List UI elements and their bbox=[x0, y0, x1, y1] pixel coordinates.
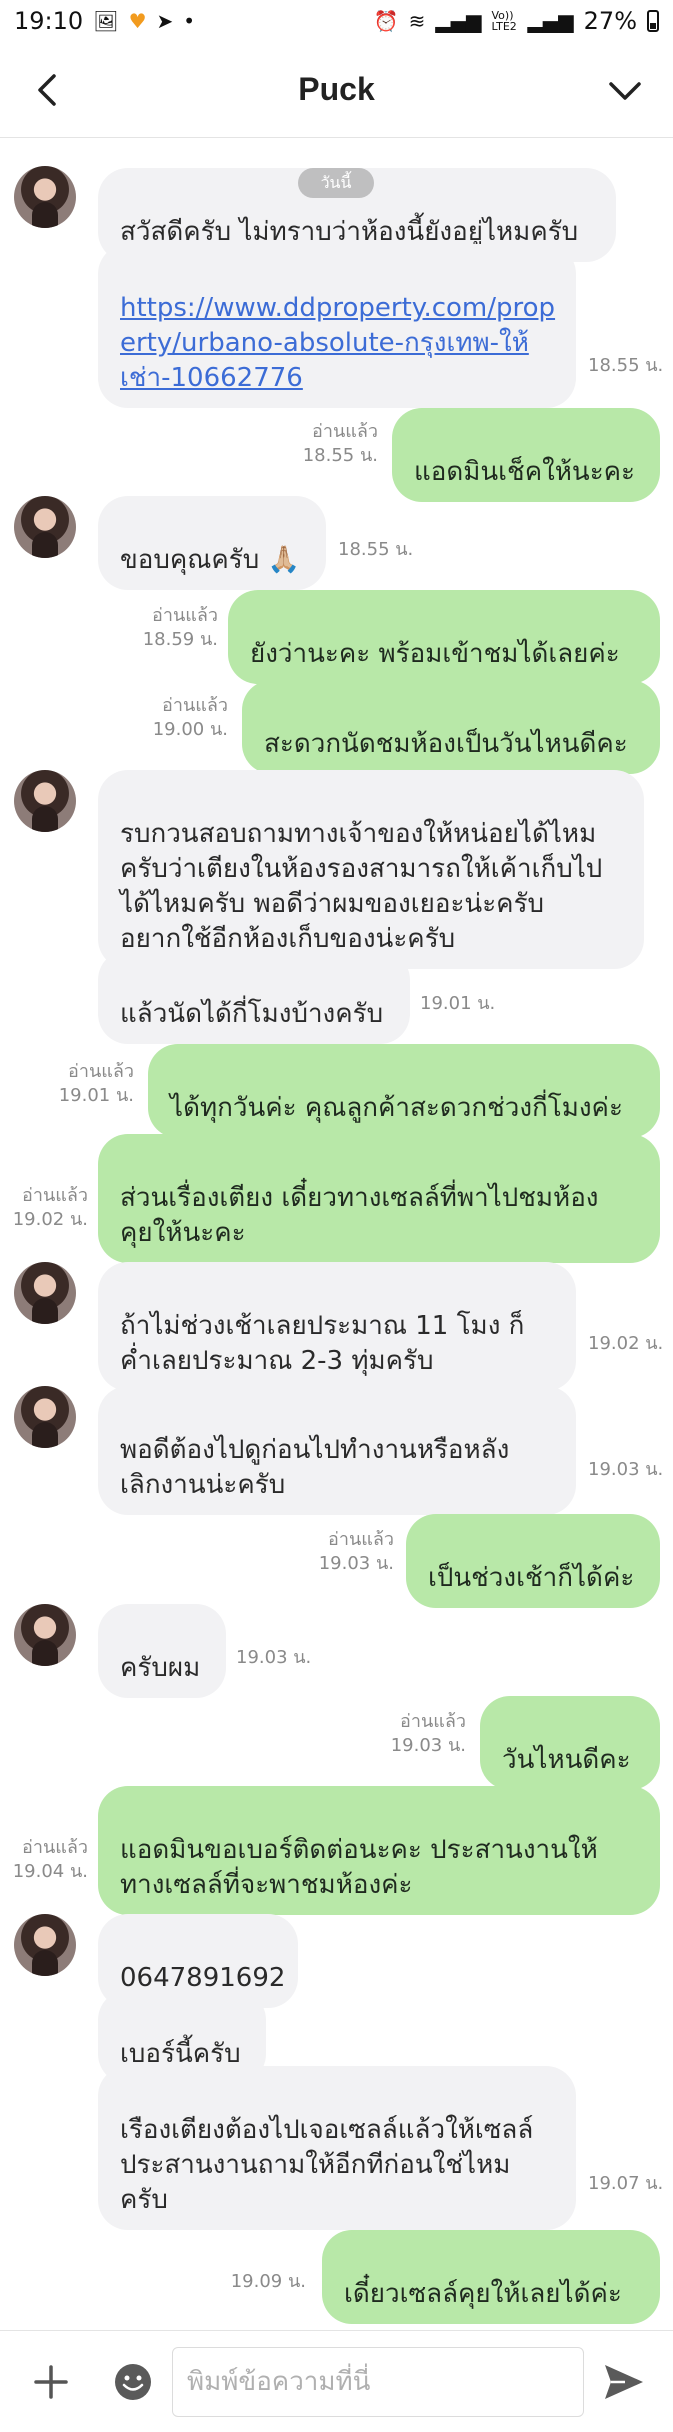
message-time: 18.55 น. bbox=[302, 445, 378, 466]
message-bubble-outgoing[interactable]: เป็นช่วงเช้าก็ได้ค่ะ bbox=[406, 1514, 660, 1608]
send-notification-icon: ➤ bbox=[156, 9, 174, 33]
message-text: ได้ทุกวันค่ะ คุณลูกค้าสะดวกช่วงกี่โมงค่ะ bbox=[170, 1093, 623, 1123]
message-text: วันไหนดีคะ bbox=[502, 1745, 631, 1775]
message-bubble-outgoing[interactable]: สะดวกนัดชมห้องเป็นวันไหนดีคะ bbox=[242, 680, 660, 774]
chevron-down-icon[interactable] bbox=[605, 70, 645, 110]
battery-icon bbox=[647, 10, 659, 32]
wifi-icon: ≋ bbox=[408, 9, 426, 33]
message-time: 19.02 น. bbox=[12, 1209, 88, 1230]
send-icon[interactable] bbox=[601, 2359, 647, 2405]
message-bubble-incoming[interactable]: https://www.ddproperty.com/prop erty/urb… bbox=[98, 244, 576, 408]
message-time: 19.03 น. bbox=[390, 1735, 466, 1756]
message-time: 18.55 น. bbox=[338, 539, 414, 560]
message-input-bar: พิมพ์ข้อความที่นี่ bbox=[0, 2330, 673, 2432]
message-time: 19.09 น. bbox=[230, 2271, 306, 2292]
message-time: 19.02 น. bbox=[588, 1333, 664, 1354]
contact-avatar[interactable] bbox=[14, 1914, 76, 1976]
message-time: 19.03 น. bbox=[236, 1647, 312, 1668]
message-bubble-incoming[interactable]: พอดีต้องไปดูก่อนไปทำงานหรือหลัง เลิกงานน… bbox=[98, 1386, 576, 1515]
heart-icon: ♥ bbox=[128, 9, 147, 33]
more-notifications-icon: • bbox=[183, 9, 196, 33]
chat-area[interactable]: สวัสดีครับ ไม่ทราบว่าห้องนี้ยังอยู่ไหมคร… bbox=[0, 138, 673, 2330]
message-text: เรืองเตียงต้องไปเจอเซลล์แล้วให้เซลล์ ประ… bbox=[120, 2115, 534, 2215]
message-bubble-incoming[interactable]: รบกวนสอบถามทางเจ้าของให้หน่อยได้ไหม ครับ… bbox=[98, 770, 644, 969]
contact-avatar[interactable] bbox=[14, 770, 76, 832]
alarm-icon: ⏰ bbox=[373, 9, 399, 33]
battery-percent: 27% bbox=[583, 7, 637, 35]
read-receipt: อ่านแล้ว bbox=[68, 1061, 134, 1082]
message-time: 19.04 น. bbox=[12, 1861, 88, 1882]
contact-avatar[interactable] bbox=[14, 496, 76, 558]
emoji-icon[interactable] bbox=[112, 2361, 154, 2403]
chat-header: Puck bbox=[0, 42, 673, 138]
message-bubble-outgoing[interactable]: แอดมินขอเบอร์ติดต่อนะคะ ประสานงานให้ ทาง… bbox=[98, 1786, 660, 1915]
message-bubble-incoming[interactable]: ถ้าไม่ช่วงเช้าเลยประมาณ 11 โมง ก็ ค่ำเลย… bbox=[98, 1262, 576, 1391]
message-text: เดี๋ยวเซลล์คุยให้เลยได้ค่ะ bbox=[344, 2279, 622, 2309]
read-receipt: อ่านแล้ว bbox=[328, 1529, 394, 1550]
message-time: 19.03 น. bbox=[318, 1553, 394, 1574]
message-text: แอดมินเช็คให้นะคะ bbox=[414, 457, 636, 487]
status-time: 19:10 bbox=[14, 7, 84, 35]
message-text: ขอบคุณครับ 🙏🏼 bbox=[120, 545, 300, 575]
message-text: รบกวนสอบถามทางเจ้าของให้หน่อยได้ไหม ครับ… bbox=[120, 819, 603, 954]
read-receipt: อ่านแล้ว bbox=[22, 1185, 88, 1206]
read-receipt: อ่านแล้ว bbox=[22, 1837, 88, 1858]
message-bubble-outgoing[interactable]: แอดมินเช็คให้นะคะ bbox=[392, 408, 660, 502]
message-text: เบอร์นี้ครับ bbox=[120, 2039, 241, 2069]
read-receipt: อ่านแล้ว bbox=[152, 605, 218, 626]
read-receipt: อ่านแล้ว bbox=[400, 1711, 466, 1732]
plus-icon[interactable] bbox=[30, 2361, 72, 2403]
message-bubble-incoming[interactable]: ขอบคุณครับ 🙏🏼 bbox=[98, 496, 326, 590]
message-text: แล้วนัดได้กี่โมงบ้างครับ bbox=[120, 999, 384, 1029]
message-time: 19.01 น. bbox=[420, 993, 496, 1014]
message-time: 19.01 น. bbox=[58, 1085, 134, 1106]
contact-avatar[interactable] bbox=[14, 166, 76, 228]
status-bar: 19:10 🖼 ♥ ➤ • ⏰ ≋ ▂▄▆ Vo)) LTE2 ▂▄▆ 27% bbox=[0, 0, 673, 42]
message-bubble-outgoing[interactable]: ส่วนเรื่องเตียง เดี๋ยวทางเซลล์ที่พาไปชมห… bbox=[98, 1134, 660, 1263]
contact-avatar[interactable] bbox=[14, 1262, 76, 1324]
message-text: ยังว่านะคะ พร้อมเข้าชมได้เลยค่ะ bbox=[250, 639, 620, 669]
gallery-icon: 🖼 bbox=[93, 9, 119, 33]
message-text: แอดมินขอเบอร์ติดต่อนะคะ ประสานงานให้ ทาง… bbox=[120, 1835, 598, 1900]
message-text: เป็นช่วงเช้าก็ได้ค่ะ bbox=[428, 1563, 635, 1593]
message-time: 18.59 น. bbox=[142, 629, 218, 650]
status-right: ⏰ ≋ ▂▄▆ Vo)) LTE2 ▂▄▆ 27% bbox=[374, 7, 659, 35]
signal-icon-2: ▂▄▆ bbox=[527, 9, 574, 33]
message-text: 0647891692 bbox=[120, 1963, 286, 1993]
status-left: 19:10 🖼 ♥ ➤ • bbox=[14, 7, 195, 35]
message-bubble-outgoing[interactable]: เดี๋ยวเซลล์คุยให้เลยได้ค่ะ bbox=[322, 2230, 660, 2324]
message-time: 19.03 น. bbox=[588, 1459, 664, 1480]
back-arrow-icon[interactable] bbox=[28, 70, 68, 110]
message-bubble-outgoing[interactable]: ได้ทุกวันค่ะ คุณลูกค้าสะดวกช่วงกี่โมงค่ะ bbox=[148, 1044, 660, 1138]
message-bubble-outgoing[interactable]: วันไหนดีคะ bbox=[480, 1696, 660, 1790]
signal-icon: ▂▄▆ bbox=[435, 9, 482, 33]
message-bubble-incoming[interactable]: แล้วนัดได้กี่โมงบ้างครับ bbox=[98, 950, 410, 1044]
read-receipt: อ่านแล้ว bbox=[162, 695, 228, 716]
message-time: 19.07 น. bbox=[588, 2173, 664, 2194]
chat-title: Puck bbox=[298, 71, 375, 107]
message-text: ถ้าไม่ช่วงเช้าเลยประมาณ 11 โมง ก็ ค่ำเลย… bbox=[120, 1311, 525, 1376]
message-input-placeholder: พิมพ์ข้อความที่นี่ bbox=[187, 2367, 371, 2397]
message-text: ครับผม bbox=[120, 1653, 201, 1683]
message-input[interactable]: พิมพ์ข้อความที่นี่ bbox=[172, 2347, 584, 2417]
message-bubble-outgoing[interactable]: ยังว่านะคะ พร้อมเข้าชมได้เลยค่ะ bbox=[228, 590, 660, 684]
network-label: Vo)) LTE2 bbox=[491, 9, 517, 33]
message-time: 19.00 น. bbox=[152, 719, 228, 740]
read-receipt: อ่านแล้ว bbox=[312, 421, 378, 442]
message-text: ส่วนเรื่องเตียง เดี๋ยวทางเซลล์ที่พาไปชมห… bbox=[120, 1183, 599, 1248]
message-bubble-incoming[interactable]: ครับผม bbox=[98, 1604, 226, 1698]
message-text: สะดวกนัดชมห้องเป็นวันไหนดีคะ bbox=[264, 729, 628, 759]
message-text: สวัสดีครับ ไม่ทราบว่าห้องนี้ยังอยู่ไหมคร… bbox=[120, 217, 579, 247]
contact-avatar[interactable] bbox=[14, 1386, 76, 1448]
message-text: พอดีต้องไปดูก่อนไปทำงานหรือหลัง เลิกงานน… bbox=[120, 1435, 510, 1500]
message-time: 18.55 น. bbox=[588, 355, 664, 376]
message-link[interactable]: https://www.ddproperty.com/prop erty/urb… bbox=[120, 293, 555, 393]
message-bubble-incoming[interactable]: เรืองเตียงต้องไปเจอเซลล์แล้วให้เซลล์ ประ… bbox=[98, 2066, 576, 2230]
date-divider: วันนี้ bbox=[298, 168, 374, 198]
contact-avatar[interactable] bbox=[14, 1604, 76, 1666]
